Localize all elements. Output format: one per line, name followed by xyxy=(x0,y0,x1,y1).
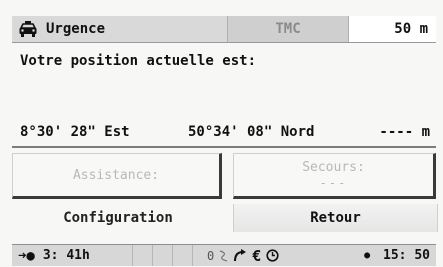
assistance-button[interactable]: Assistance: xyxy=(12,153,222,199)
status-cells xyxy=(132,245,192,266)
altitude-value: ---- m xyxy=(379,124,430,140)
status-cell xyxy=(152,245,172,266)
retour-button[interactable]: Retour xyxy=(233,204,438,232)
tmc-signal-icon xyxy=(219,249,228,262)
header-title: Urgence xyxy=(46,21,106,37)
secours-button[interactable]: Secours: --- xyxy=(233,153,436,199)
clock-section: ● 15: 50 xyxy=(312,248,436,263)
header-title-section: Urgence xyxy=(12,16,227,42)
latitude-value: 50°34' 08" Nord xyxy=(188,124,315,140)
emergency-car-icon xyxy=(18,20,40,38)
status-cell xyxy=(172,245,192,266)
configuration-button[interactable]: Configuration xyxy=(12,204,224,232)
remaining-time: 3: 41h xyxy=(42,248,90,263)
status-cell xyxy=(132,245,152,266)
remaining-time-section: ➜● 3: 41h xyxy=(12,248,132,264)
secours-value: --- xyxy=(319,176,348,190)
secours-label: Secours: xyxy=(302,160,365,175)
position-message: Votre position actuelle est: xyxy=(20,53,257,69)
assistance-label: Assistance: xyxy=(72,167,160,183)
distance-readout: 50 m xyxy=(348,16,436,42)
clock-time: 15: 50 xyxy=(383,248,430,263)
tmc-indicator: TMC xyxy=(227,16,348,42)
route-icon xyxy=(233,249,247,262)
coordinates-row: 8°30' 28" Est 50°34' 08" Nord ---- m xyxy=(20,124,430,140)
tmc-count: 0 xyxy=(207,248,215,263)
status-icons: 0 € xyxy=(192,245,312,266)
clock-icon xyxy=(266,249,279,262)
status-bar: ➜● 3: 41h 0 € ● 15: 50 xyxy=(12,244,436,266)
section-divider xyxy=(12,146,436,148)
euro-icon: € xyxy=(252,246,262,265)
dot-icon: ● xyxy=(364,250,371,261)
header-bar: Urgence TMC 50 m xyxy=(12,16,436,43)
longitude-value: 8°30' 28" Est xyxy=(20,124,130,140)
navigation-screen: Urgence TMC 50 m Votre position actuelle… xyxy=(0,0,443,267)
arrow-right-icon: ➜● xyxy=(18,247,35,264)
